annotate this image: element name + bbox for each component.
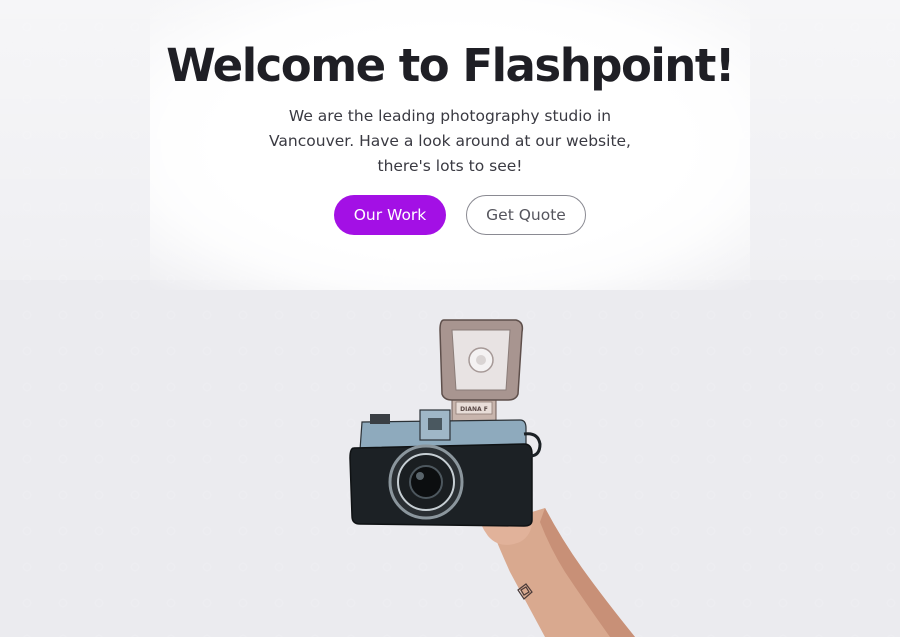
hero-subtitle: We are the leading photography studio in… bbox=[269, 107, 631, 175]
hand-holding-camera-image: DIANA F bbox=[349, 319, 635, 637]
our-work-button[interactable]: Our Work bbox=[334, 195, 446, 235]
hero-section: Welcome to Flashpoint! We are the leadin… bbox=[0, 0, 900, 179]
lens-glass bbox=[409, 465, 443, 499]
shutter-knob bbox=[370, 414, 390, 424]
hero-actions: Our Work Get Quote bbox=[0, 195, 900, 235]
flash-label-text: DIANA F bbox=[460, 406, 488, 413]
get-quote-button[interactable]: Get Quote bbox=[466, 195, 586, 235]
page-title: Welcome to Flashpoint! bbox=[166, 39, 735, 92]
